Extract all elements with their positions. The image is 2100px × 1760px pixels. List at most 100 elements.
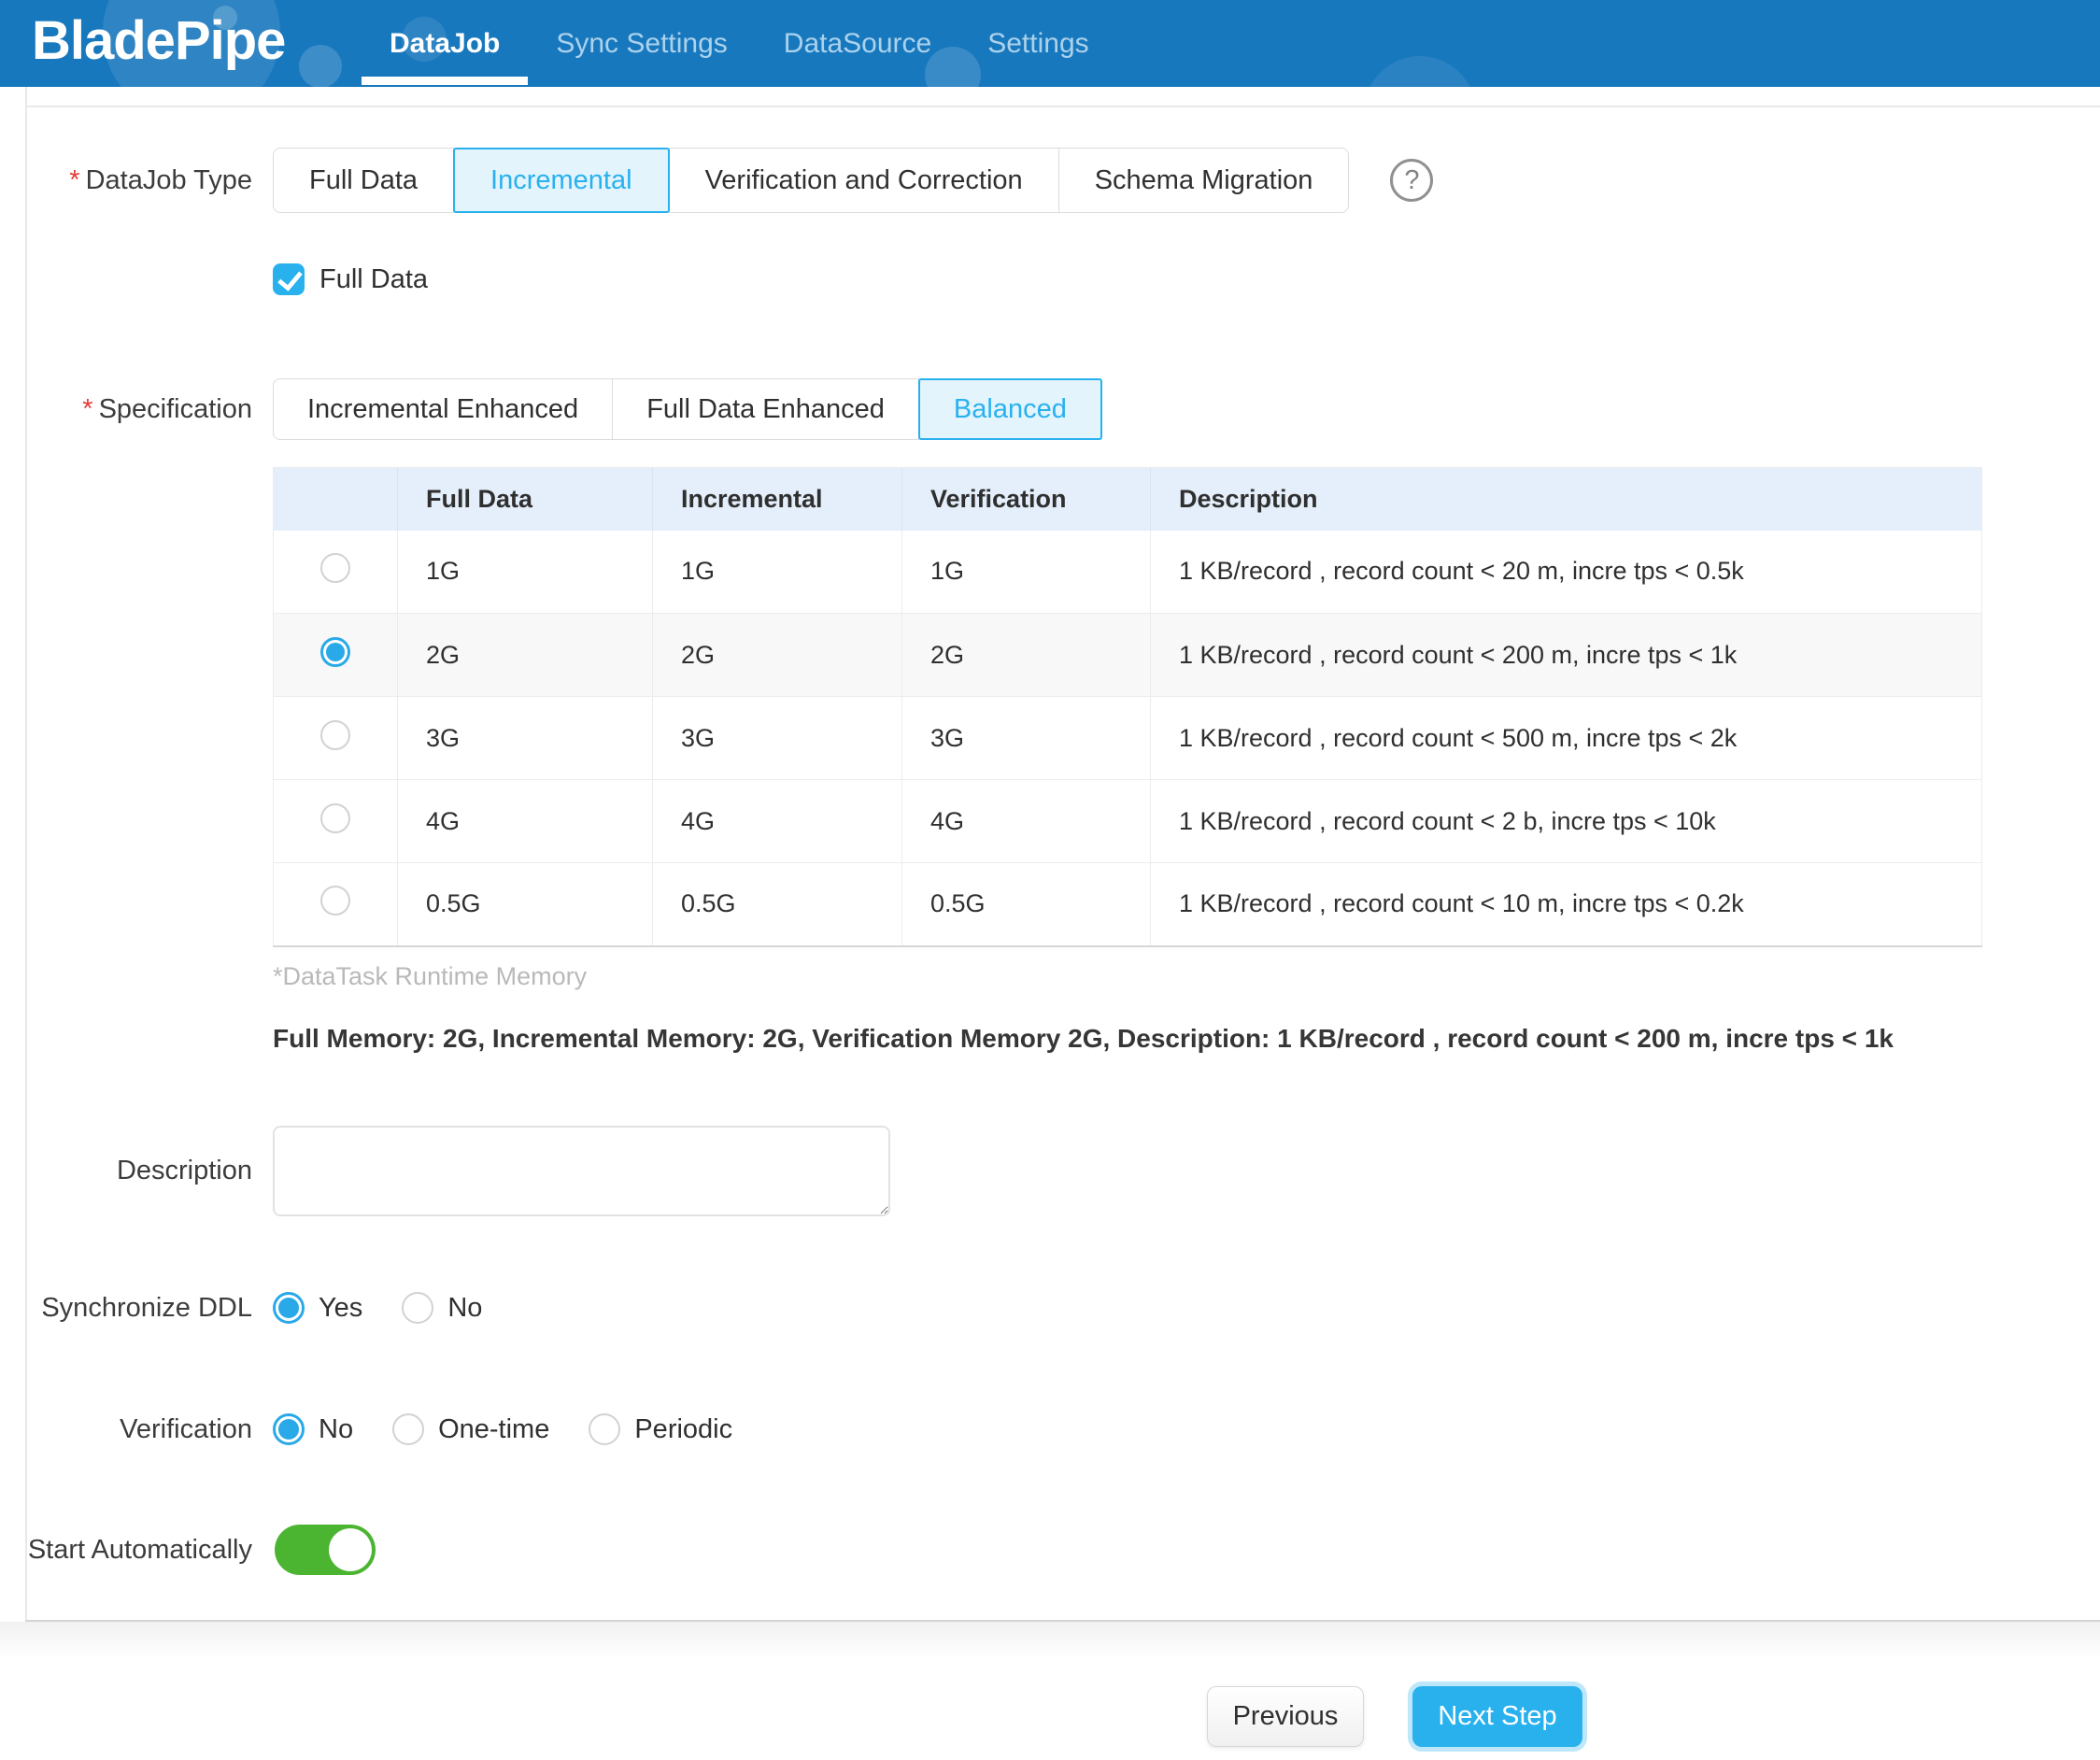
full-data-checkbox[interactable]: [273, 263, 305, 295]
cell-incremental: 4G: [653, 780, 902, 863]
radio-yes[interactable]: [273, 1292, 305, 1324]
incremental-column-header: Incremental: [653, 468, 902, 531]
table-row[interactable]: 1G 1G 1G 1 KB/record , record count < 20…: [274, 531, 1982, 614]
cell-description: 1 KB/record , record count < 200 m, incr…: [1151, 614, 1982, 697]
cell-incremental: 1G: [653, 531, 902, 614]
cell-incremental: 3G: [653, 697, 902, 780]
specification-segmented: Incremental Enhanced Full Data Enhanced …: [273, 378, 1102, 440]
cell-incremental: 0.5G: [653, 863, 902, 946]
synchronize-ddl-row: Synchronize DDL Yes No: [0, 1292, 521, 1324]
radio-one-time-label: One-time: [438, 1414, 549, 1445]
page: BladePipe DataJob Sync Settings DataSour…: [0, 0, 2100, 1760]
segment-verification-and-correction[interactable]: Verification and Correction: [669, 148, 1059, 213]
segment-balanced[interactable]: Balanced: [918, 378, 1102, 440]
start-automatically-label: Start Automatically: [0, 1535, 252, 1566]
start-automatically-row: Start Automatically: [0, 1525, 376, 1575]
cell-description: 1 KB/record , record count < 10 m, incre…: [1151, 863, 1982, 946]
segment-full-data[interactable]: Full Data: [273, 148, 454, 213]
radio-no-label: No: [447, 1293, 482, 1324]
specification-table: Full Data Incremental Verification Descr…: [273, 467, 1982, 947]
radio-periodic-label: Periodic: [634, 1414, 732, 1445]
datajob-type-row: *DataJob Type Full Data Incremental Veri…: [0, 148, 1433, 213]
panel-left-border: [25, 87, 27, 1622]
verification-options: No One-time Periodic: [273, 1413, 772, 1445]
row-radio[interactable]: [320, 720, 350, 750]
segment-full-data-enhanced[interactable]: Full Data Enhanced: [612, 378, 919, 440]
table-row[interactable]: 0.5G 0.5G 0.5G 1 KB/record , record coun…: [274, 863, 1982, 946]
toggle-knob: [329, 1528, 372, 1571]
full-data-column-header: Full Data: [398, 468, 653, 531]
cell-description: 1 KB/record , record count < 500 m, incr…: [1151, 697, 1982, 780]
radio-column-header: [274, 468, 398, 531]
datajob-type-label: *DataJob Type: [0, 165, 252, 196]
segment-schema-migration[interactable]: Schema Migration: [1058, 148, 1350, 213]
description-column-header: Description: [1151, 468, 1982, 531]
previous-button[interactable]: Previous: [1207, 1686, 1364, 1747]
row-radio[interactable]: [320, 803, 350, 833]
cell-full-data: 1G: [398, 531, 653, 614]
nav-item-datasource[interactable]: DataSource: [756, 0, 959, 87]
nav-item-settings[interactable]: Settings: [959, 0, 1116, 87]
cell-incremental: 2G: [653, 614, 902, 697]
cell-full-data: 0.5G: [398, 863, 653, 946]
full-data-checkbox-label: Full Data: [319, 264, 428, 295]
specification-label: *Specification: [0, 394, 252, 425]
specification-row: *Specification Incremental Enhanced Full…: [0, 378, 1102, 440]
description-label: Description: [0, 1156, 252, 1186]
table-row[interactable]: 3G 3G 3G 1 KB/record , record count < 50…: [274, 697, 1982, 780]
description-row: Description: [0, 1126, 890, 1216]
radio-option-no[interactable]: No: [273, 1413, 353, 1445]
required-asterisk: *: [82, 394, 92, 424]
radio-one-time[interactable]: [392, 1413, 424, 1445]
next-step-button[interactable]: Next Step: [1412, 1686, 1582, 1747]
radio-no[interactable]: [402, 1292, 433, 1324]
synchronize-ddl-label: Synchronize DDL: [0, 1293, 252, 1324]
table-header-row: Full Data Incremental Verification Descr…: [274, 468, 1982, 531]
radio-option-one-time[interactable]: One-time: [392, 1413, 549, 1445]
datajob-type-segmented: Full Data Incremental Verification and C…: [273, 148, 1349, 213]
help-icon[interactable]: ?: [1390, 159, 1433, 202]
cell-verification: 2G: [902, 614, 1151, 697]
cell-full-data: 4G: [398, 780, 653, 863]
radio-option-no[interactable]: No: [402, 1292, 482, 1324]
required-asterisk: *: [69, 165, 79, 195]
radio-option-yes[interactable]: Yes: [273, 1292, 362, 1324]
datatask-runtime-memory-note: *DataTask Runtime Memory: [273, 962, 587, 991]
panel-shadow: [0, 1622, 2100, 1659]
decor-bubble: [1364, 56, 1476, 87]
radio-yes-label: Yes: [319, 1293, 362, 1324]
cell-description: 1 KB/record , record count < 2 b, incre …: [1151, 780, 1982, 863]
app-bar: BladePipe DataJob Sync Settings DataSour…: [0, 0, 2100, 87]
panel-top-border: [27, 106, 2100, 107]
cell-full-data: 2G: [398, 614, 653, 697]
nav-item-sync-settings[interactable]: Sync Settings: [528, 0, 755, 87]
verification-row: Verification No One-time Periodic: [0, 1413, 772, 1445]
cell-verification: 1G: [902, 531, 1151, 614]
radio-no[interactable]: [273, 1413, 305, 1445]
content-panel: *DataJob Type Full Data Incremental Veri…: [0, 87, 2100, 1622]
cell-verification: 3G: [902, 697, 1151, 780]
row-radio[interactable]: [320, 886, 350, 915]
synchronize-ddl-options: Yes No: [273, 1292, 521, 1324]
full-data-checkbox-row: Full Data: [273, 263, 428, 295]
table-row[interactable]: 2G 2G 2G 1 KB/record , record count < 20…: [274, 614, 1982, 697]
row-radio[interactable]: [320, 553, 350, 583]
cell-description: 1 KB/record , record count < 20 m, incre…: [1151, 531, 1982, 614]
cell-verification: 0.5G: [902, 863, 1151, 946]
verification-column-header: Verification: [902, 468, 1151, 531]
description-input[interactable]: [273, 1126, 890, 1216]
bladepipe-logo[interactable]: BladePipe: [32, 9, 285, 72]
cell-full-data: 3G: [398, 697, 653, 780]
start-automatically-toggle[interactable]: [275, 1525, 376, 1575]
main-nav: DataJob Sync Settings DataSource Setting…: [362, 0, 1117, 87]
table-row[interactable]: 4G 4G 4G 1 KB/record , record count < 2 …: [274, 780, 1982, 863]
decor-bubble: [299, 45, 342, 87]
radio-periodic[interactable]: [589, 1413, 620, 1445]
segment-incremental-enhanced[interactable]: Incremental Enhanced: [273, 378, 613, 440]
row-radio[interactable]: [320, 637, 350, 667]
verification-label: Verification: [0, 1414, 252, 1445]
radio-no-label: No: [319, 1414, 353, 1445]
radio-option-periodic[interactable]: Periodic: [589, 1413, 732, 1445]
nav-item-datajob[interactable]: DataJob: [362, 0, 528, 87]
segment-incremental[interactable]: Incremental: [453, 148, 670, 213]
